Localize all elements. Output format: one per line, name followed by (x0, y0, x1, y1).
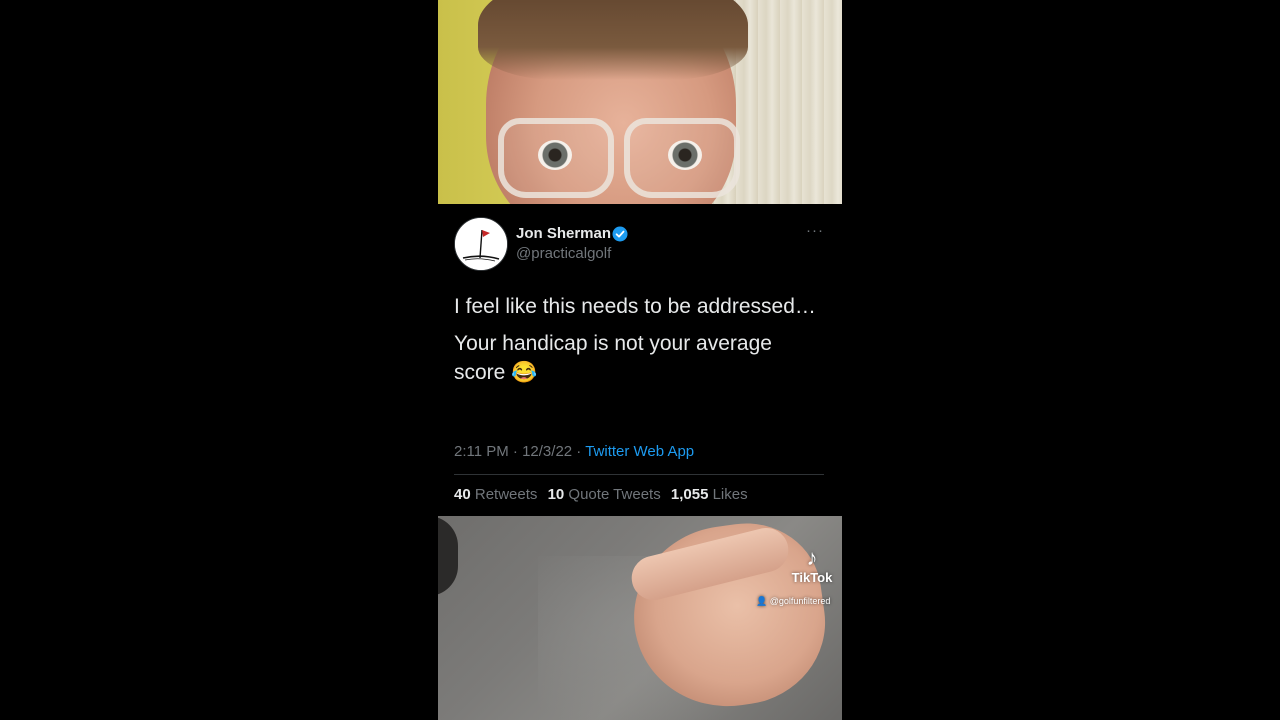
user-handle[interactable]: @practicalgolf (516, 245, 611, 262)
tweet-meta: 2:11 PM · 12/3/22 · Twitter Web App (454, 443, 694, 460)
tiktok-username: 👤 @golfunfiltered (756, 596, 830, 607)
likes-label: Likes (712, 486, 748, 503)
golf-flag-logo-icon (455, 218, 507, 270)
display-name[interactable]: Jon Sherman (516, 225, 611, 242)
eye-left (538, 140, 572, 170)
more-options-icon[interactable]: ··· (806, 222, 824, 239)
quote-tweets-count: 10 (547, 486, 565, 503)
likes-stat[interactable]: 1,055 Likes (671, 486, 748, 503)
tiktok-username-text: @golfunfiltered (769, 596, 831, 606)
tiktok-watermark: ♪ TikTok (784, 545, 840, 586)
retweets-stat[interactable]: 40 Retweets (454, 486, 537, 503)
video-top-frame (438, 0, 842, 204)
quote-tweets-label: Quote Tweets (568, 486, 661, 503)
quote-tweets-stat[interactable]: 10 Quote Tweets (548, 486, 661, 503)
likes-count: 1,055 (670, 486, 709, 503)
dark-object (438, 516, 458, 596)
eye-right (668, 140, 702, 170)
retweets-label: Retweets (474, 486, 538, 503)
retweets-count: 40 (454, 486, 471, 503)
divider (454, 474, 824, 475)
video-bottom-frame: ♪ TikTok 👤 @golfunfiltered (438, 516, 842, 720)
avatar[interactable] (454, 217, 508, 271)
glasses (498, 118, 740, 198)
tweet-text: I feel like this needs to be addressed… … (454, 292, 824, 395)
verified-badge-icon (612, 226, 628, 242)
tiktok-brand: TikTok (791, 570, 833, 585)
tweet-timestamp[interactable]: 2:11 PM · 12/3/22 · (454, 443, 585, 460)
tweet-paragraph: I feel like this needs to be addressed… (454, 295, 816, 318)
user-icon: 👤 (756, 596, 768, 606)
video-frame: Jon Sherman @practicalgolf ··· I feel li… (438, 0, 842, 720)
tweet-card: Jon Sherman @practicalgolf ··· I feel li… (438, 204, 842, 516)
engagement-stats: 40 Retweets 10 Quote Tweets 1,055 Likes (454, 486, 754, 503)
person-hair (478, 0, 748, 80)
source-app-link[interactable]: Twitter Web App (585, 443, 694, 460)
tiktok-note-icon: ♪ (806, 545, 818, 570)
tweet-paragraph: Your handicap is not your average score … (454, 332, 772, 384)
